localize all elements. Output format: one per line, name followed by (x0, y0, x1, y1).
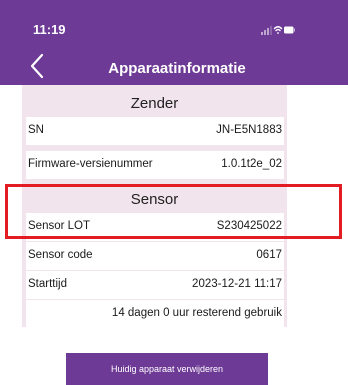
row-value: 0617 (256, 249, 282, 261)
zender-sn-row: SN JN-E5N1883 (26, 117, 284, 145)
status-time: 11:19 (33, 22, 66, 37)
signal-icon (261, 26, 272, 35)
sensor-lot-row: Sensor LOT S230425022 (26, 213, 284, 241)
sensor-section-header: Sensor (130, 191, 179, 208)
row-label: Firmware-versienummer (28, 158, 153, 170)
zender-section-header: Zender (130, 95, 179, 112)
page-title: Apparaatinformatie (108, 60, 246, 77)
zender-firmware-row: Firmware-versienummer 1.0.1t2e_02 (26, 151, 284, 179)
app-header: 11:19 Apparaatinformatie (0, 0, 348, 85)
row-value: 2023-12-21 11:17 (192, 278, 282, 290)
row-label: Starttijd (28, 278, 67, 290)
row-value: 1.0.1t2e_02 (221, 158, 282, 170)
row-label: SN (28, 124, 44, 136)
wifi-icon (273, 26, 283, 34)
sensor-starttime-row: Starttijd 2023-12-21 11:17 (26, 271, 284, 299)
status-icons (261, 26, 295, 35)
remaining-usage-text: 14 dagen 0 uur resterend gebruik (111, 307, 282, 319)
row-label: Sensor code (28, 249, 93, 261)
sensor-code-row: Sensor code 0617 (26, 242, 284, 270)
battery-icon (284, 26, 295, 34)
row-value: S230425022 (216, 220, 282, 232)
row-label: Sensor LOT (28, 220, 90, 232)
sensor-remaining-row: 14 dagen 0 uur resterend gebruik (26, 300, 284, 328)
row-value: JN-E5N1883 (216, 124, 282, 136)
remove-device-button[interactable]: Huidig apparaat verwijderen (66, 353, 268, 385)
